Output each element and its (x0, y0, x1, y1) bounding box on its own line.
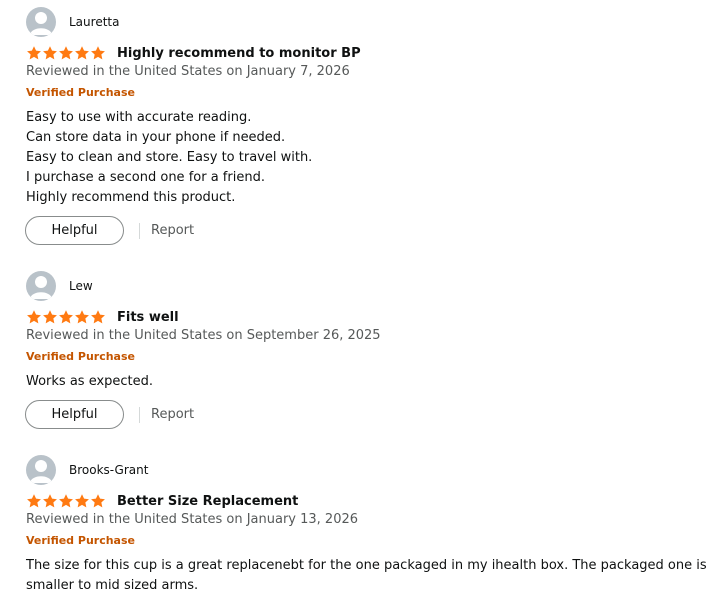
helpful-button[interactable]: Helpful (25, 216, 124, 245)
report-link[interactable]: Report (151, 407, 194, 422)
star-rating[interactable] (26, 45, 106, 61)
reviewer-profile[interactable]: Lauretta (26, 7, 119, 37)
star-rating[interactable] (26, 309, 106, 325)
report-link[interactable]: Report (151, 223, 194, 238)
star-icon (75, 494, 89, 508)
review-body-line: Easy to clean and store. Easy to travel … (26, 150, 313, 165)
star-icon (91, 46, 105, 60)
star-icon (59, 494, 73, 508)
review-body-line: Works as expected. (26, 374, 154, 389)
star-icon (27, 494, 41, 508)
star-icon (43, 494, 57, 508)
review-card: Brooks-Grant Better Size Replacement Rev… (0, 455, 708, 602)
review-body-line: I purchase a second one for a friend. (26, 170, 265, 185)
star-icon (59, 310, 73, 324)
review-title-row: Highly recommend to monitor BP (26, 44, 361, 62)
review-body-line: Can store data in your phone if needed. (26, 130, 286, 145)
star-icon (43, 310, 57, 324)
reviewer-profile[interactable]: Lew (26, 271, 93, 301)
review-date: Reviewed in the United States on January… (26, 64, 350, 79)
review-body-line: Highly recommend this product. (26, 190, 236, 205)
review-actions: Helpful Report (25, 215, 194, 246)
review-title[interactable]: Highly recommend to monitor BP (117, 46, 361, 61)
review-title-row: Fits well (26, 308, 179, 326)
review-title-row: Better Size Replacement (26, 492, 298, 510)
star-icon (91, 494, 105, 508)
reviewer-name[interactable]: Brooks-Grant (69, 463, 148, 477)
divider (139, 406, 140, 423)
review-actions: Helpful Report (25, 399, 194, 430)
star-icon (91, 310, 105, 324)
review-date: Reviewed in the United States on January… (26, 512, 359, 527)
helpful-button[interactable]: Helpful (25, 400, 124, 429)
avatar-icon (26, 7, 56, 37)
review-card: Lew Fits well Reviewed in the United Sta… (0, 271, 708, 436)
reviewer-name[interactable]: Lew (69, 279, 93, 293)
verified-purchase-badge: Verified Purchase (26, 86, 135, 99)
star-icon (43, 46, 57, 60)
star-icon (27, 310, 41, 324)
review-body-line: The size for this cup is a great replace… (26, 558, 708, 573)
review-body-line: smaller to mid sized arms. (26, 578, 199, 593)
verified-purchase-badge: Verified Purchase (26, 350, 135, 363)
review-title[interactable]: Better Size Replacement (117, 494, 298, 509)
reviewer-name[interactable]: Lauretta (69, 15, 119, 29)
review-body: Works as expected. (26, 372, 153, 392)
review-body-line: Easy to use with accurate reading. (26, 110, 252, 125)
star-rating[interactable] (26, 493, 106, 509)
star-icon (75, 310, 89, 324)
divider (139, 222, 140, 239)
review-date: Reviewed in the United States on Septemb… (26, 328, 381, 343)
star-icon (75, 46, 89, 60)
star-icon (59, 46, 73, 60)
star-icon (27, 46, 41, 60)
avatar-icon (26, 455, 56, 485)
review-body: Easy to use with accurate reading. Can s… (26, 108, 312, 208)
review-body: The size for this cup is a great replace… (26, 556, 708, 596)
avatar-icon (26, 271, 56, 301)
reviewer-profile[interactable]: Brooks-Grant (26, 455, 148, 485)
verified-purchase-badge: Verified Purchase (26, 534, 135, 547)
review-title[interactable]: Fits well (117, 310, 179, 325)
review-card: Lauretta Highly recommend to monitor BP … (0, 7, 708, 252)
